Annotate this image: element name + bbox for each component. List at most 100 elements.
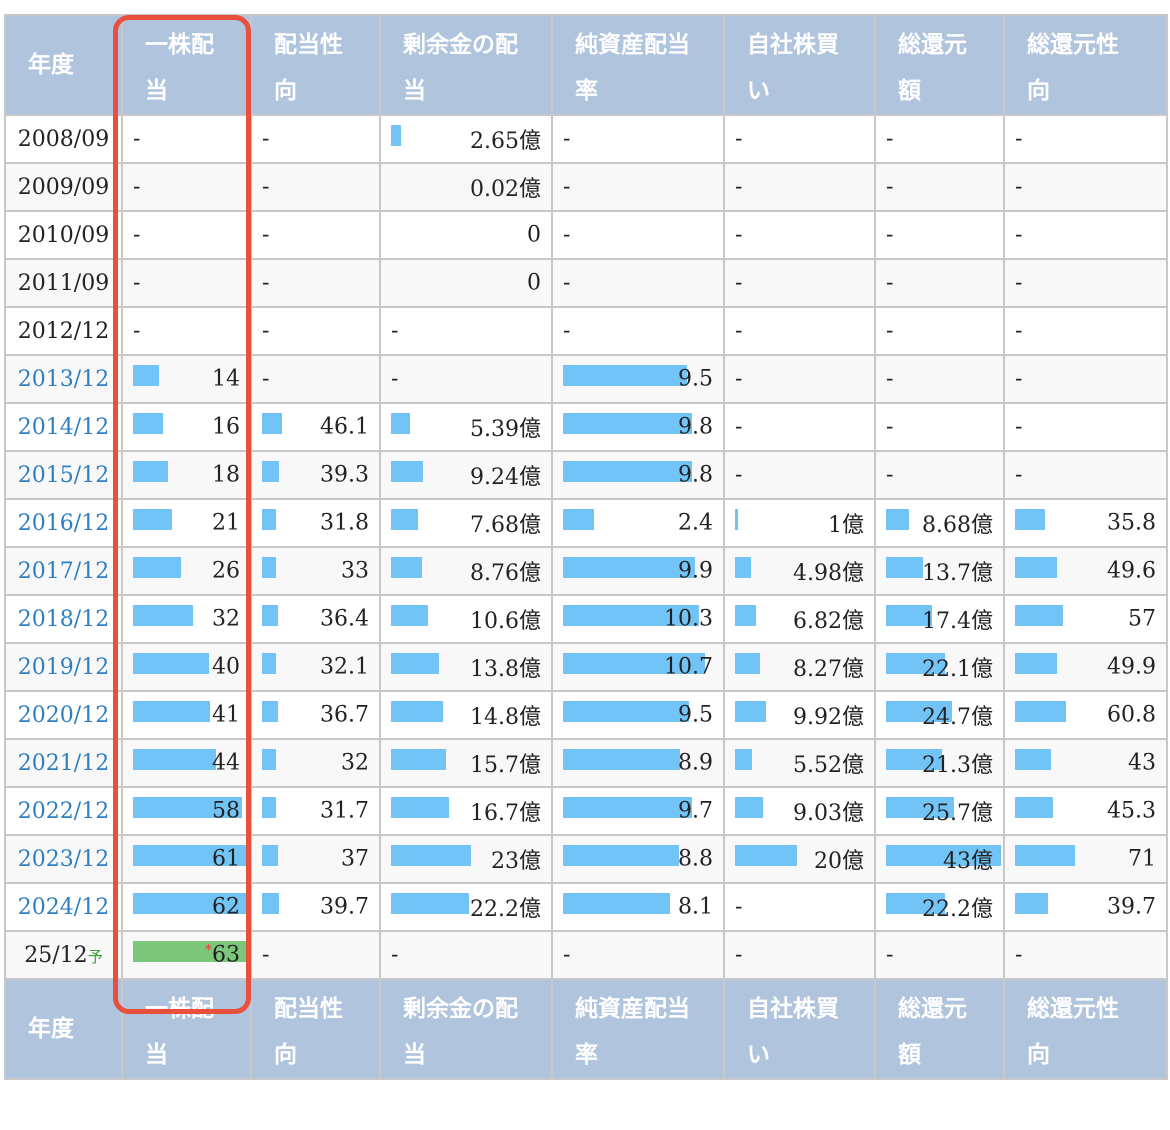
year-cell[interactable]: 2024/12 — [4, 882, 123, 932]
header-col-1[interactable]: 配当性向 — [250, 14, 381, 116]
footer-header-col-4-line: い — [747, 1041, 770, 1068]
value-bar — [391, 845, 472, 866]
data-cell: 49.9 — [1003, 642, 1168, 692]
table-row: 2014/12 16 46.1 5.39億 9.8- - - — [4, 402, 1168, 452]
data-cell: *63 — [121, 930, 252, 980]
cell-value-text: 2.4 — [678, 510, 713, 536]
year-cell[interactable]: 2023/12 — [4, 834, 123, 884]
cell-value-text: 9.92億 — [793, 705, 864, 730]
year-cell: 2011/09 — [4, 258, 123, 308]
cell-value-text: 63 — [212, 942, 240, 968]
header-col-5-line: 額 — [898, 77, 921, 104]
cell-value: 49.6 — [1107, 559, 1156, 584]
cell-value: 43億 — [943, 843, 993, 875]
year-cell[interactable]: 2019/12 — [4, 642, 123, 692]
cell-value: 62 — [212, 895, 240, 920]
year-cell[interactable]: 2014/12 — [4, 402, 123, 452]
data-cell: 37 — [250, 834, 381, 884]
header-col-4[interactable]: 自社株買い — [723, 14, 876, 116]
footer-header-col-6-line: 向 — [1027, 1041, 1050, 1068]
data-cell: 31.7 — [250, 786, 381, 836]
table-row: 2019/12 40 32.1 13.8億 10.7 8.27億 22.1億 49.9 — [4, 642, 1168, 692]
footer-header-col-4[interactable]: 自社株買い — [723, 978, 876, 1080]
cell-value: 41 — [212, 703, 240, 728]
data-cell: - — [723, 930, 876, 980]
cell-value: 36.7 — [320, 703, 369, 728]
year-cell[interactable]: 2020/12 — [4, 690, 123, 740]
footer-header-col-6[interactable]: 総還元性向 — [1003, 978, 1168, 1080]
header-col-5[interactable]: 総還元額 — [874, 14, 1005, 116]
footer-header-col-2[interactable]: 剰余金の配当 — [379, 978, 553, 1080]
data-cell: 10.3 — [551, 594, 725, 644]
data-cell: - — [1003, 450, 1168, 500]
empty-value: - — [133, 318, 141, 344]
data-cell: 22.2億 — [379, 882, 553, 932]
cell-value: 6.82億 — [793, 603, 864, 635]
year-cell[interactable]: 2018/12 — [4, 594, 123, 644]
data-cell: - — [874, 354, 1005, 404]
data-cell: - — [379, 306, 553, 356]
table-row: 2010/09- -0- - - - — [4, 210, 1168, 260]
value-bar — [262, 509, 276, 530]
year-cell[interactable]: 2022/12 — [4, 786, 123, 836]
value-bar — [262, 557, 277, 578]
header-col-3[interactable]: 純資産配当率 — [551, 14, 725, 116]
data-cell: 10.7 — [551, 642, 725, 692]
footer-header-col-5[interactable]: 総還元額 — [874, 978, 1005, 1080]
data-cell: - — [551, 306, 725, 356]
cell-value-text: 23億 — [491, 849, 541, 874]
data-cell: 9.24億 — [379, 450, 553, 500]
empty-value: - — [1015, 270, 1023, 296]
data-cell: 18 — [121, 450, 252, 500]
data-cell: 39.7 — [1003, 882, 1168, 932]
data-cell: 8.68億 — [874, 498, 1005, 548]
year-cell[interactable]: 2021/12 — [4, 738, 123, 788]
year-label: 2012/12 — [17, 318, 110, 344]
cell-value-text: 18 — [212, 462, 240, 488]
value-bar — [262, 749, 276, 770]
cell-value: 58 — [212, 799, 240, 824]
data-cell: 62 — [121, 882, 252, 932]
cell-value: 9.7 — [678, 799, 713, 824]
empty-value: - — [1015, 318, 1023, 344]
year-cell[interactable]: 2013/12 — [4, 354, 123, 404]
header-col-6[interactable]: 総還元性向 — [1003, 14, 1168, 116]
empty-value: - — [886, 462, 894, 488]
cell-value-text: 8.8 — [678, 846, 713, 872]
year-label: 2009/09 — [17, 174, 110, 200]
cell-value: 13.7億 — [922, 555, 993, 587]
data-cell: 0 — [379, 210, 553, 260]
data-cell: 39.3 — [250, 450, 381, 500]
cell-value-text: 8.9 — [678, 750, 713, 776]
cell-value-text: 37 — [341, 846, 369, 872]
year-label: 25/12 — [24, 942, 88, 968]
header-col-2[interactable]: 剰余金の配当 — [379, 14, 553, 116]
footer-header-col-1-line: 配当性 — [274, 995, 343, 1022]
cell-value: 0 — [527, 271, 541, 296]
table-row: 2008/09- -2.65億 - - - - — [4, 114, 1168, 164]
cell-value: 35.8 — [1107, 511, 1156, 536]
empty-value: - — [262, 222, 270, 248]
year-cell[interactable]: 2016/12 — [4, 498, 123, 548]
year-cell[interactable]: 2015/12 — [4, 450, 123, 500]
data-cell: - — [723, 162, 876, 212]
cell-value: 18 — [212, 463, 240, 488]
footer-header-col-2-line: 当 — [403, 1041, 426, 1068]
data-cell: 25.7億 — [874, 786, 1005, 836]
cell-value-text: 7.68億 — [470, 513, 541, 538]
value-bar — [133, 605, 193, 626]
footer-header-col-1[interactable]: 配当性向 — [250, 978, 381, 1080]
header-col-0[interactable]: 一株配当 — [121, 14, 252, 116]
year-cell[interactable]: 2017/12 — [4, 546, 123, 596]
data-cell: 57 — [1003, 594, 1168, 644]
cell-value-text: 41 — [212, 702, 240, 728]
cell-value: 22.1億 — [922, 651, 993, 683]
data-cell: 35.8 — [1003, 498, 1168, 548]
footer-header-col-3[interactable]: 純資産配当率 — [551, 978, 725, 1080]
footer-header-col-0[interactable]: 一株配当 — [121, 978, 252, 1080]
cell-value: 31.7 — [320, 799, 369, 824]
year-label: 2008/09 — [17, 126, 110, 152]
data-cell: 9.7 — [551, 786, 725, 836]
cell-value: 9.9 — [678, 559, 713, 584]
cell-value: 4.98億 — [793, 555, 864, 587]
